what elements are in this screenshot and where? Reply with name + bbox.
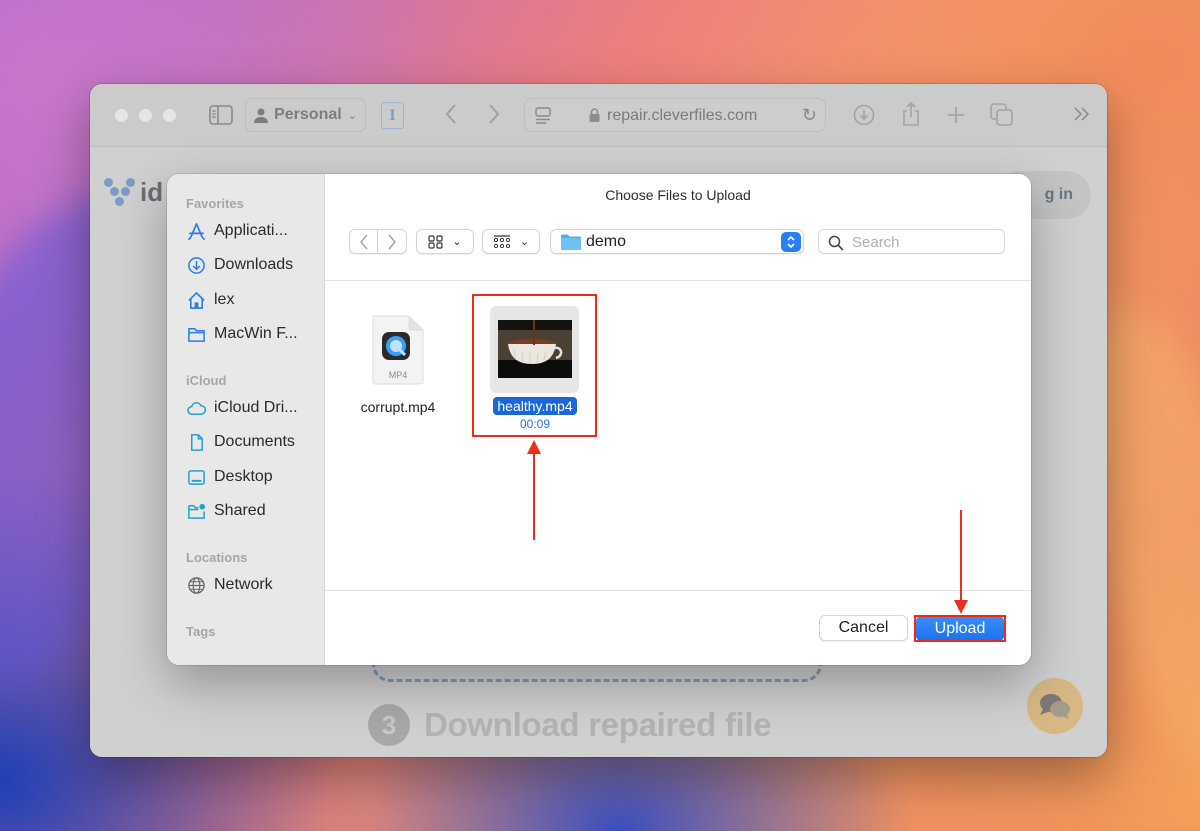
page-menu-icon[interactable] xyxy=(535,107,551,125)
sidebar-icon[interactable] xyxy=(209,105,233,128)
zoom-window-button[interactable] xyxy=(163,109,176,122)
chevron-left-icon xyxy=(359,234,368,249)
applications-icon xyxy=(188,222,205,240)
step-3-heading: 3 Download repaired file xyxy=(368,704,772,746)
file-type-label: MP4 xyxy=(389,370,408,380)
sidebar-section-tags: Tags xyxy=(186,624,216,639)
sidebar-item-icloud-drive[interactable]: iCloud Dri... xyxy=(187,397,298,419)
chevron-down-icon: ⌄ xyxy=(452,236,462,248)
sidebar-item-label: Documents xyxy=(214,433,295,450)
history-nav xyxy=(349,229,407,254)
sidebar-item-macwin[interactable]: MacWin F... xyxy=(187,323,298,345)
chevron-right-icon xyxy=(388,234,396,249)
back-button[interactable] xyxy=(349,229,378,254)
reload-icon[interactable]: ↻ xyxy=(802,105,817,126)
url-text: repair.cleverfiles.com xyxy=(607,107,758,124)
shared-folder-icon xyxy=(188,503,206,519)
chevron-down-icon: ⌄ xyxy=(347,109,357,122)
annotation-highlight-upload xyxy=(914,615,1006,642)
person-icon xyxy=(254,108,269,123)
cancel-button[interactable]: Cancel xyxy=(819,615,908,641)
dialog-sidebar: Favorites Applicati... Downloads lex Mac… xyxy=(167,174,325,665)
view-mode-button[interactable]: ⌄ xyxy=(416,229,474,254)
logo-text: id xyxy=(140,176,164,207)
browser-toolbar: Personal ⌄ I repair.cleverfiles.com ↻ xyxy=(90,84,1107,147)
group-by-button[interactable]: ⌄ xyxy=(482,229,540,254)
sidebar-item-desktop[interactable]: Desktop xyxy=(187,466,273,488)
share-icon[interactable] xyxy=(901,101,921,130)
globe-icon xyxy=(188,576,205,594)
desktop-icon xyxy=(188,469,205,485)
sidebar-item-label: Desktop xyxy=(214,468,273,485)
download-icon[interactable] xyxy=(853,104,875,129)
home-icon xyxy=(188,291,205,309)
annotation-highlight-file xyxy=(472,294,597,437)
address-bar[interactable]: repair.cleverfiles.com ↻ xyxy=(524,98,826,132)
sidebar-item-label: Applicati... xyxy=(214,222,288,239)
chat-icon xyxy=(1040,694,1070,719)
file-name: corrupt.mp4 xyxy=(360,399,436,415)
close-window-button[interactable] xyxy=(115,109,128,122)
sidebar-item-lex[interactable]: lex xyxy=(187,289,234,311)
folder-location-popup[interactable]: demo xyxy=(550,229,804,254)
folder-icon xyxy=(188,327,205,342)
group-icon xyxy=(493,234,510,248)
annotation-arrow-shaft xyxy=(533,452,535,540)
tab-overview-icon[interactable] xyxy=(990,103,1014,130)
icon-grid-icon xyxy=(428,234,443,249)
search-icon xyxy=(828,235,844,251)
sign-in-label: g in xyxy=(1044,186,1073,203)
annotation-arrow-shaft xyxy=(960,510,962,602)
sidebar-item-label: Shared xyxy=(214,502,266,519)
sidebar-item-label: MacWin F... xyxy=(214,325,298,342)
current-folder-name: demo xyxy=(586,233,627,250)
step-label: Download repaired file xyxy=(424,706,772,743)
file-picker-dialog: Favorites Applicati... Downloads lex Mac… xyxy=(167,174,1031,665)
profile-button[interactable]: Personal ⌄ xyxy=(245,98,366,132)
new-tab-icon[interactable] xyxy=(946,105,966,128)
sidebar-item-label: iCloud Dri... xyxy=(214,399,298,416)
sidebar-item-label: Downloads xyxy=(214,256,294,273)
more-icon[interactable] xyxy=(1073,106,1091,125)
cloud-icon xyxy=(187,401,206,415)
search-placeholder: Search xyxy=(852,234,900,251)
logo-dots-icon xyxy=(104,176,138,208)
toolbar-divider xyxy=(325,280,1031,281)
sidebar-section-icloud: iCloud xyxy=(186,373,227,388)
minimize-window-button[interactable] xyxy=(139,109,152,122)
forward-icon[interactable] xyxy=(487,103,501,128)
back-icon[interactable] xyxy=(444,103,458,128)
document-icon xyxy=(190,433,203,451)
chevron-down-icon: ⌄ xyxy=(519,236,530,248)
annotation-arrow-head xyxy=(954,600,968,614)
sidebar-item-downloads[interactable]: Downloads xyxy=(187,254,293,276)
sidebar-item-applications[interactable]: Applicati... xyxy=(187,220,288,242)
sidebar-section-locations: Locations xyxy=(186,550,248,565)
step-number-badge: 3 xyxy=(368,704,410,746)
dialog-title: Choose Files to Upload xyxy=(605,187,751,203)
profile-label: Personal xyxy=(274,106,342,123)
annotation-arrow-head xyxy=(527,440,541,454)
folder-icon xyxy=(561,234,581,250)
lock-icon xyxy=(589,108,600,122)
search-field[interactable]: Search xyxy=(818,229,1005,254)
up-down-chevron-icon xyxy=(781,232,801,252)
sidebar-item-network[interactable]: Network xyxy=(187,574,273,596)
forward-button[interactable] xyxy=(378,229,407,254)
site-logo[interactable]: id xyxy=(104,176,163,208)
reader-icon[interactable]: I xyxy=(381,102,404,129)
file-item-corrupt[interactable]: MP4 corrupt.mp4 xyxy=(348,314,448,415)
sidebar-item-label: lex xyxy=(214,291,235,308)
footer-divider xyxy=(325,590,1031,591)
chat-button[interactable] xyxy=(1027,678,1083,734)
sidebar-section-favorites: Favorites xyxy=(186,196,244,211)
sidebar-item-shared[interactable]: Shared xyxy=(187,500,266,522)
sidebar-item-documents[interactable]: Documents xyxy=(187,431,295,453)
downloads-icon xyxy=(188,256,205,274)
sidebar-item-label: Network xyxy=(214,576,273,593)
mp4-file-icon: MP4 xyxy=(372,315,424,385)
